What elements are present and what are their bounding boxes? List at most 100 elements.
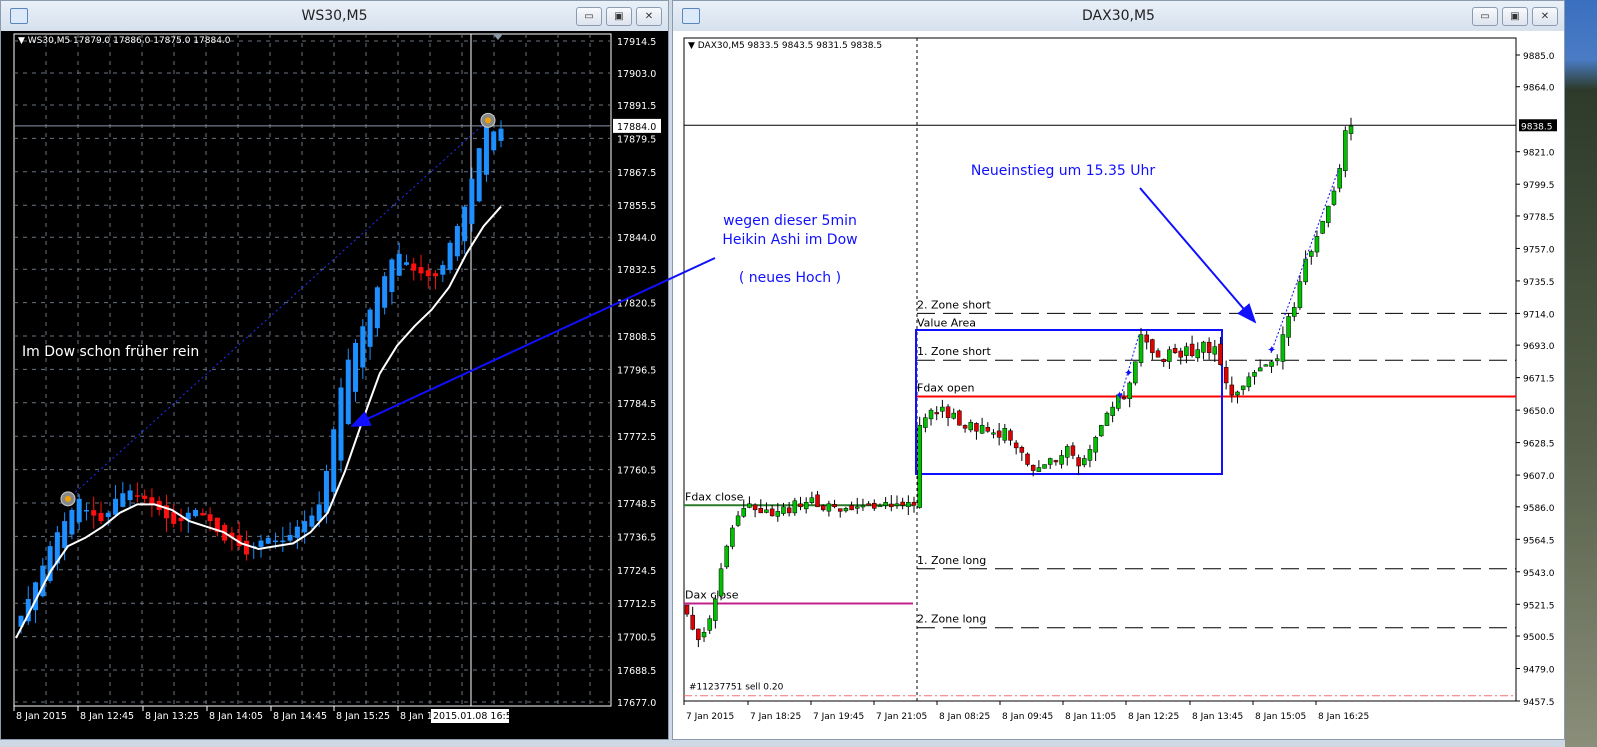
bull-candle xyxy=(469,178,475,224)
bear-candle xyxy=(200,513,206,516)
price-tick-label: 9457.5 xyxy=(1523,698,1555,708)
price-tick-label: 17855.5 xyxy=(617,201,656,212)
bear-candle xyxy=(1076,457,1081,467)
bear-candle xyxy=(786,507,792,514)
price-tick-label: 9693.0 xyxy=(1523,342,1555,352)
bear-candle xyxy=(889,503,894,508)
bull-candle xyxy=(1201,341,1206,353)
bull-candle xyxy=(1059,455,1064,465)
bear-candle xyxy=(1229,384,1235,396)
price-tick-label: 17724.5 xyxy=(617,566,656,577)
bear-candle xyxy=(98,512,104,522)
bear-candle xyxy=(962,425,968,429)
bull-candle xyxy=(345,359,351,425)
bull-candle xyxy=(1064,446,1070,458)
bull-candle xyxy=(396,253,402,276)
bull-candle xyxy=(193,509,199,517)
price-tick-label: 17879.5 xyxy=(617,134,656,145)
bear-candle xyxy=(866,503,871,506)
bull-candle xyxy=(1348,125,1354,134)
price-tick-label: 17867.5 xyxy=(617,168,656,179)
price-tick-label: 9885.0 xyxy=(1523,52,1555,62)
bear-candle xyxy=(769,508,775,517)
bull-candle xyxy=(1235,391,1240,396)
dax30-chart[interactable]: 9885.0 9864.0 9821.0 9799.5 9778.5 9757.0 9735… xyxy=(673,31,1564,739)
bear-candle xyxy=(1218,343,1223,366)
bull-candle xyxy=(775,511,781,517)
window-title: WS30,M5 xyxy=(301,8,368,24)
bull-candle xyxy=(1195,349,1201,359)
bear-candle xyxy=(1189,343,1195,356)
bear-candle xyxy=(911,501,917,506)
bull-candle xyxy=(1291,307,1297,317)
bull-candle xyxy=(287,535,293,541)
bull-candle xyxy=(713,598,718,621)
bull-candle xyxy=(718,568,724,597)
bull-candle xyxy=(1252,372,1257,377)
bull-candle xyxy=(491,131,497,151)
bull-candle xyxy=(951,412,956,419)
maximize-button[interactable]: ▣ xyxy=(1502,7,1528,26)
bear-candle xyxy=(696,628,701,641)
symbol-info: ▼ WS30,M5 17879.0 17886.0 17875.0 17884.… xyxy=(18,36,231,46)
time-tick-label: 7 Jan 2015 xyxy=(686,712,734,722)
desktop-background xyxy=(1565,0,1597,747)
price-tick-label: 9564.5 xyxy=(1523,536,1555,546)
ws30-chart[interactable]: 17914.5 17903.0 17891.5 17879.5 17867.5 17855… xyxy=(1,31,668,739)
bull-candle xyxy=(120,493,126,507)
time-tick-label: 8 Jan 13:25 xyxy=(145,711,199,722)
bull-candle xyxy=(1138,334,1144,363)
bull-candle xyxy=(273,540,279,543)
maximize-button[interactable]: ▣ xyxy=(606,7,632,26)
bull-candle xyxy=(877,505,883,508)
trade-marker-icon: ✦ xyxy=(1267,344,1276,357)
bear-candle xyxy=(690,614,695,630)
price-tick-label: 17677.0 xyxy=(617,698,656,709)
bull-candle xyxy=(1133,361,1138,384)
bull-candle xyxy=(803,502,809,510)
bear-candle xyxy=(418,267,424,274)
bear-candle xyxy=(134,495,140,497)
time-tick-label: 8 Jan 12:45 xyxy=(80,711,134,722)
title-bar[interactable]: WS30,M5 ▭ ▣ ✕ xyxy=(1,1,668,31)
bear-candle xyxy=(684,604,690,615)
close-button[interactable]: ✕ xyxy=(1532,7,1558,26)
bull-candle xyxy=(1320,220,1325,234)
time-tick-label: 8 Jan 12:25 xyxy=(1128,712,1179,722)
minimize-button[interactable]: ▭ xyxy=(576,7,602,26)
time-tick-label: 8 Jan 09:45 xyxy=(1002,712,1053,722)
bull-candle xyxy=(1042,464,1047,469)
bull-candle xyxy=(1127,382,1132,400)
bear-candle xyxy=(425,270,431,277)
bull-candle xyxy=(353,342,359,392)
bull-candle xyxy=(265,537,271,544)
bear-candle xyxy=(142,495,148,499)
ws30-chart-window: WS30,M5 ▭ ▣ ✕ 17914.5 17903.0 17891.5 17879… xyxy=(0,0,669,740)
bull-candle xyxy=(1280,334,1286,362)
window-title: DAX30,M5 xyxy=(1082,8,1155,24)
bull-candle xyxy=(968,421,974,431)
close-button[interactable]: ✕ xyxy=(636,7,662,26)
bull-candle xyxy=(860,505,866,508)
bull-candle xyxy=(1263,364,1269,367)
bull-candle xyxy=(1099,424,1104,437)
price-tick-label: 17700.5 xyxy=(617,633,656,644)
bull-candle xyxy=(1167,349,1172,362)
bull-candle xyxy=(991,432,996,435)
minimize-button[interactable]: ▭ xyxy=(1472,7,1498,26)
bull-candle xyxy=(792,500,798,514)
bear-candle xyxy=(243,540,249,555)
bull-candle xyxy=(764,509,769,513)
bear-candle xyxy=(752,504,758,511)
title-bar[interactable]: DAX30,M5 ▭ ▣ ✕ xyxy=(673,1,1564,31)
trade-marker-icon: ✦ xyxy=(1124,366,1133,379)
price-tick-label: 9650.0 xyxy=(1523,407,1555,417)
price-tick-label: 9821.0 xyxy=(1523,149,1555,159)
price-tick-label: 9757.0 xyxy=(1523,245,1555,255)
chart-background xyxy=(673,31,1564,739)
price-tick-label: 9628.5 xyxy=(1523,440,1555,450)
bear-candle xyxy=(1013,442,1019,449)
bear-candle xyxy=(1172,347,1178,353)
price-tick-label: 17903.0 xyxy=(617,69,656,80)
bull-candle xyxy=(855,506,860,509)
